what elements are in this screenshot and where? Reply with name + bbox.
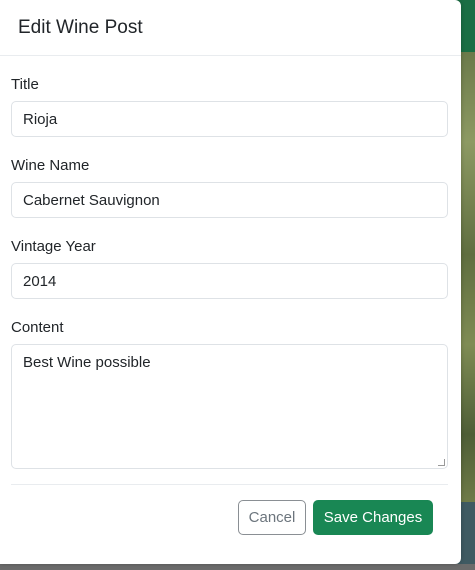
title-input[interactable]: Rioja: [11, 101, 448, 137]
cancel-button[interactable]: Cancel: [238, 500, 306, 535]
title-group: Title Rioja: [11, 76, 448, 137]
title-label: Title: [11, 76, 39, 93]
content-textarea[interactable]: Best Wine possible: [11, 344, 448, 469]
wine-name-input-value: Cabernet Sauvignon: [23, 191, 160, 209]
modal-footer: Cancel Save Changes: [11, 484, 448, 565]
title-input-value: Rioja: [23, 110, 58, 128]
content-textarea-value: Best Wine possible: [23, 354, 151, 371]
save-changes-button[interactable]: Save Changes: [313, 500, 433, 535]
modal-header: Edit Wine Post: [0, 0, 461, 56]
modal-title: Edit Wine Post: [18, 16, 143, 38]
vintage-input-value: 2014: [23, 272, 57, 290]
content-group: Content Best Wine possible: [11, 319, 448, 469]
vintage-label: Vintage Year: [11, 238, 96, 255]
edit-wine-modal: Edit Wine Post Title Rioja Wine Name Cab…: [0, 0, 461, 564]
content-label: Content: [11, 319, 64, 336]
resize-handle-icon[interactable]: [438, 459, 445, 466]
modal-body: Title Rioja Wine Name Cabernet Sauvignon…: [0, 76, 461, 469]
vintage-input[interactable]: 2014: [11, 263, 448, 299]
wine-name-input[interactable]: Cabernet Sauvignon: [11, 182, 448, 218]
wine-name-label: Wine Name: [11, 157, 90, 174]
vintage-group: Vintage Year 2014: [11, 238, 448, 299]
wine-name-group: Wine Name Cabernet Sauvignon: [11, 157, 448, 218]
